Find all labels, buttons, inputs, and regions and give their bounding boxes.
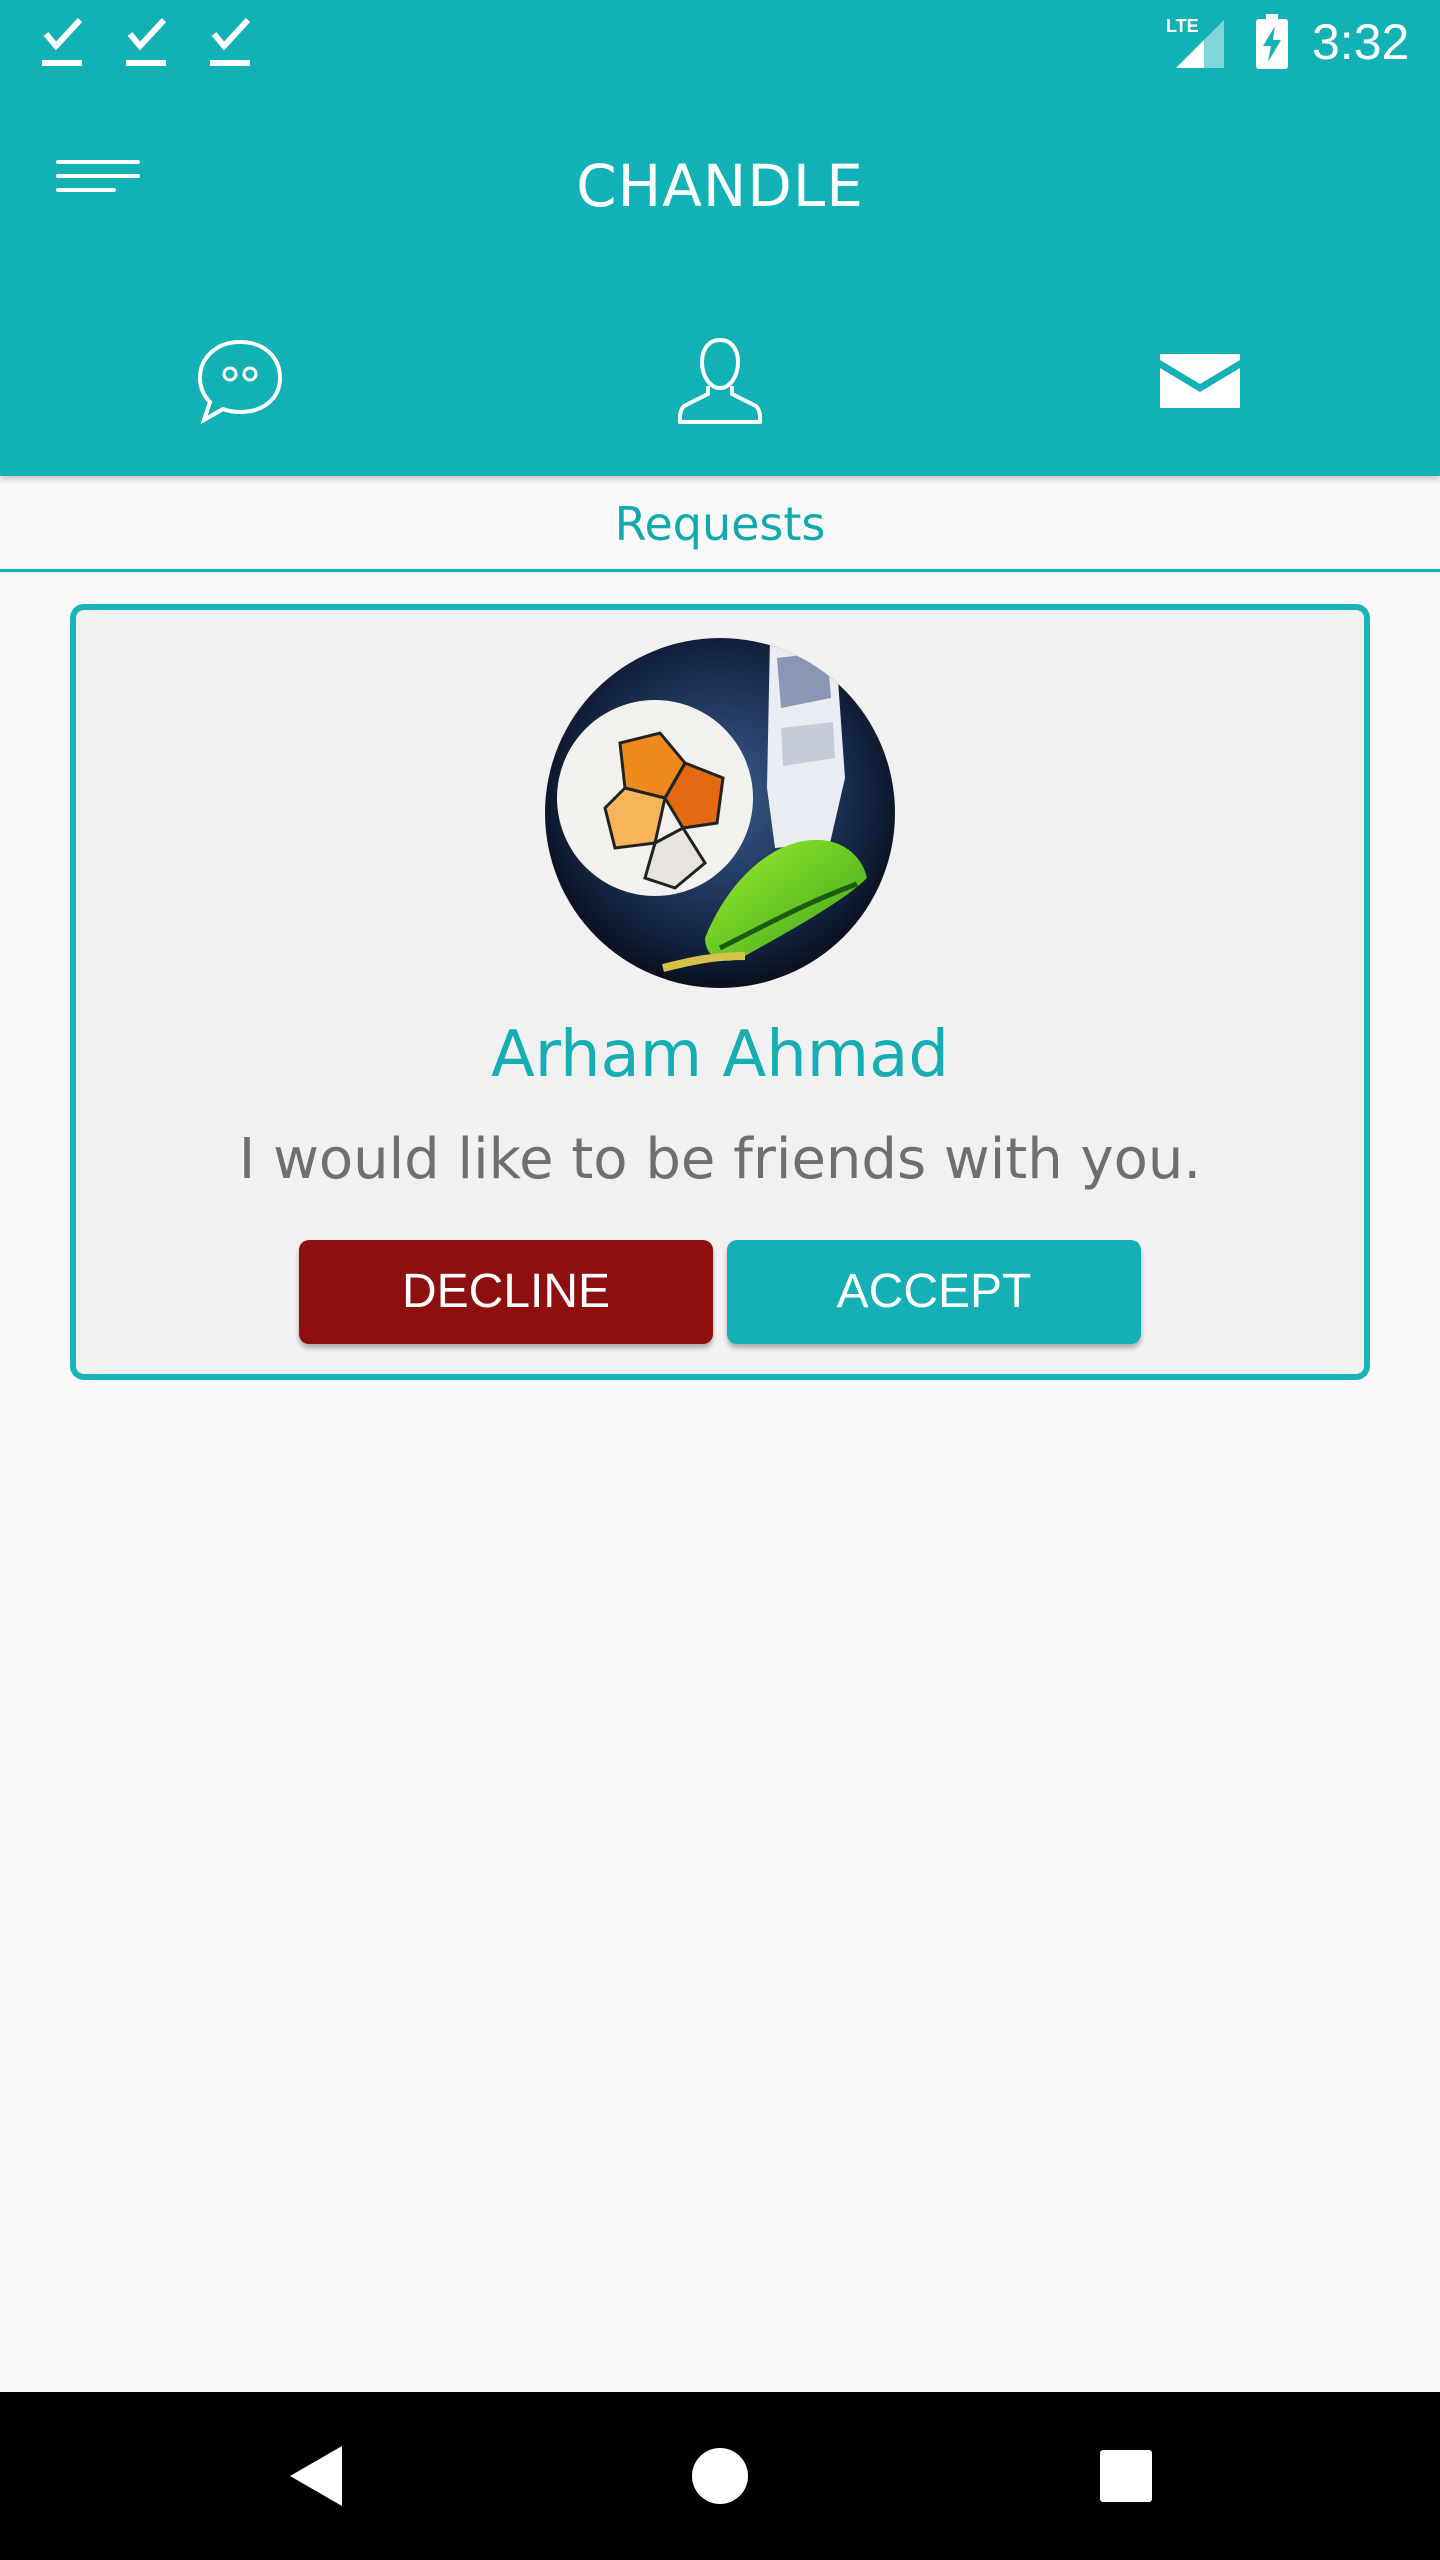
recents-button[interactable] — [1046, 2416, 1206, 2536]
decline-button[interactable]: DECLINE — [299, 1240, 713, 1344]
requester-name: Arham Ahmad — [491, 1018, 949, 1092]
home-button[interactable] — [640, 2416, 800, 2536]
toolbar: CHANDLE — [0, 84, 1440, 280]
chat-bubble-icon — [197, 339, 283, 425]
section-title: Requests — [0, 476, 1440, 572]
check-download-icon — [40, 14, 88, 70]
status-bar: LTE 3:32 — [0, 0, 1440, 84]
system-nav-bar — [0, 2392, 1440, 2560]
back-button[interactable] — [236, 2416, 396, 2536]
battery-charging-icon — [1254, 14, 1290, 70]
back-icon — [290, 2446, 342, 2506]
app-bar: LTE 3:32 CHANDLE — [0, 0, 1440, 476]
check-download-icon — [208, 14, 256, 70]
tab-requests[interactable] — [960, 280, 1440, 476]
tab-contacts[interactable] — [480, 280, 960, 476]
home-icon — [692, 2448, 748, 2504]
app-title: CHANDLE — [576, 152, 864, 220]
menu-button[interactable] — [40, 146, 140, 226]
accept-button[interactable]: ACCEPT — [727, 1240, 1141, 1344]
network-label: LTE — [1166, 16, 1199, 36]
recents-icon — [1100, 2450, 1152, 2502]
lte-signal-icon: LTE — [1164, 14, 1224, 70]
check-download-icon — [124, 14, 172, 70]
person-icon — [678, 337, 762, 424]
avatar[interactable] — [545, 638, 895, 988]
tab-bar — [0, 280, 1440, 476]
request-message: I would like to be friends with you. — [238, 1127, 1202, 1192]
tab-chats[interactable] — [0, 280, 480, 476]
envelope-icon — [1160, 354, 1240, 408]
avatar-image — [545, 638, 895, 988]
menu-icon — [56, 160, 140, 192]
friend-request-card: Arham Ahmad I would like to be friends w… — [70, 604, 1370, 1380]
clock: 3:32 — [1312, 14, 1410, 70]
